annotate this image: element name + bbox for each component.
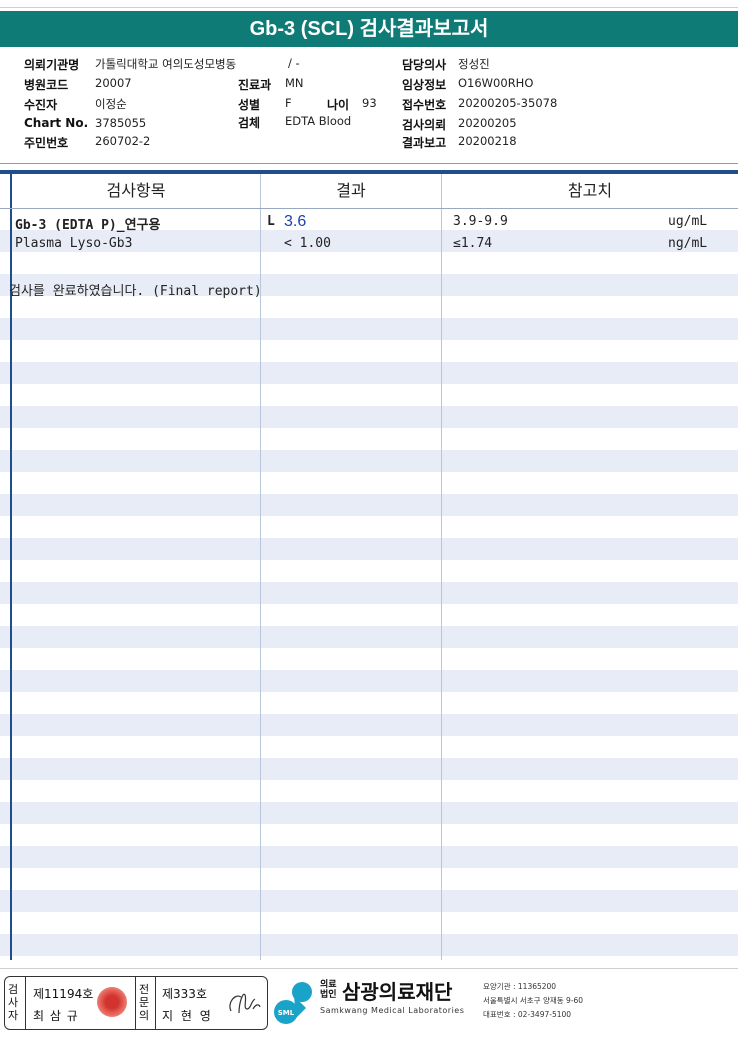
collector-label: 수진자	[24, 98, 58, 112]
age-value: 93	[362, 96, 377, 110]
dept-value: MN	[285, 76, 304, 90]
care-code: 요양기관 : 11365200	[483, 982, 557, 991]
header-item: 검사항목	[106, 181, 166, 200]
row1-flag: L	[267, 214, 275, 229]
divider	[0, 163, 738, 164]
signature-divider	[155, 977, 156, 1029]
column-divider	[441, 174, 442, 960]
row2-reference: ≤1.74	[453, 236, 493, 251]
report-date-label: 결과보고	[402, 136, 447, 150]
institution-value: 가톨릭대학교 여의도성모병동	[95, 57, 237, 71]
row2-item: Plasma Lyso-Gb3	[15, 236, 133, 251]
signature-divider	[25, 977, 26, 1029]
chart-value: 3785055	[95, 116, 147, 130]
signature-divider	[135, 977, 136, 1029]
table-stripe	[0, 450, 738, 472]
table-stripe	[0, 890, 738, 912]
official-seal-icon	[97, 987, 127, 1017]
receipt-value: 20200205-35078	[458, 96, 558, 110]
table-stripe	[0, 318, 738, 340]
tester-name: 최 삼 규	[33, 1009, 79, 1023]
table-stripe	[0, 714, 738, 736]
clinical-label: 임상정보	[402, 78, 447, 92]
row2-unit: ng/mL	[668, 236, 708, 251]
table-stripe	[0, 758, 738, 780]
request-value: 20200205	[458, 116, 517, 130]
brand-prefix: 의료법인	[320, 980, 337, 1000]
sml-logo-icon: SML	[274, 982, 312, 1024]
id-label: 주민번호	[24, 136, 69, 150]
header-result: 결과	[336, 181, 366, 200]
row1-item: Gb-3 (EDTA P)_연구용	[15, 218, 161, 233]
ward-value: / -	[288, 56, 300, 70]
report-title: Gb-3 (SCL) 검사결과보고서	[0, 11, 738, 47]
signature-box: 검사자 제11194호 최 삼 규 전문의 제333호 지 현 영	[4, 976, 268, 1030]
table-stripe	[0, 670, 738, 692]
table-stripe	[0, 626, 738, 648]
table-stripe	[0, 362, 738, 384]
table-stripe	[0, 934, 738, 956]
clinical-value: O16W00RHO	[458, 76, 534, 90]
logo-text: SML	[278, 1009, 295, 1017]
tester-label: 검사자	[7, 983, 19, 1022]
row2-result: < 1.00	[284, 236, 331, 251]
hospital-code-label: 병원코드	[24, 78, 69, 92]
final-report-note: 검사를 완료하였습니다. (Final report)	[9, 284, 262, 299]
doctor-label: 담당의사	[402, 58, 447, 72]
sex-value: F	[285, 96, 292, 110]
specialist-number: 제333호	[162, 987, 207, 1001]
report-date-value: 20200218	[458, 134, 517, 148]
phone: 대표번호 : 02-3497-5100	[483, 1010, 572, 1019]
age-label: 나이	[327, 98, 350, 112]
top-border	[0, 0, 738, 8]
hospital-code-value: 20007	[95, 76, 132, 90]
receipt-label: 접수번호	[402, 98, 447, 112]
handwritten-signature-icon	[229, 993, 261, 1014]
specialist-label: 전문의	[138, 983, 150, 1022]
address: 서울특별시 서초구 양재동 9-60	[483, 996, 584, 1005]
tester-number: 제11194호	[33, 987, 94, 1001]
dept-label: 진료과	[238, 78, 272, 92]
id-value: 260702-2	[95, 134, 151, 148]
chart-label: Chart No.	[24, 116, 89, 130]
specimen-value: EDTA Blood	[285, 114, 352, 128]
row1-unit: ug/mL	[668, 214, 708, 229]
row1-reference: 3.9-9.9	[453, 214, 508, 229]
institution-label: 의뢰기관명	[24, 58, 80, 72]
collector-value: 이정순	[95, 97, 127, 111]
table-stripe	[0, 802, 738, 824]
specimen-label: 검체	[238, 116, 261, 130]
header-reference: 참고치	[567, 181, 613, 200]
request-label: 검사의뢰	[402, 118, 447, 132]
table-stripe	[0, 846, 738, 868]
brand-english: Samkwang Medical Laboratories	[320, 1006, 465, 1015]
table-stripe	[0, 494, 738, 516]
table-stripe	[0, 538, 738, 560]
brand-name: 삼광의료재단	[342, 980, 453, 1004]
table-stripe	[0, 582, 738, 604]
row1-result: 3.6	[284, 213, 307, 230]
results-table: 검사항목 결과 참고치 Gb-3 (EDTA P)_연구용 L 3.6 3.9-…	[0, 174, 738, 960]
doctor-value: 정성진	[458, 57, 490, 71]
sex-label: 성별	[238, 98, 261, 112]
table-stripe	[0, 406, 738, 428]
header-underline	[0, 208, 738, 209]
specialist-name: 지 현 영	[162, 1009, 213, 1023]
